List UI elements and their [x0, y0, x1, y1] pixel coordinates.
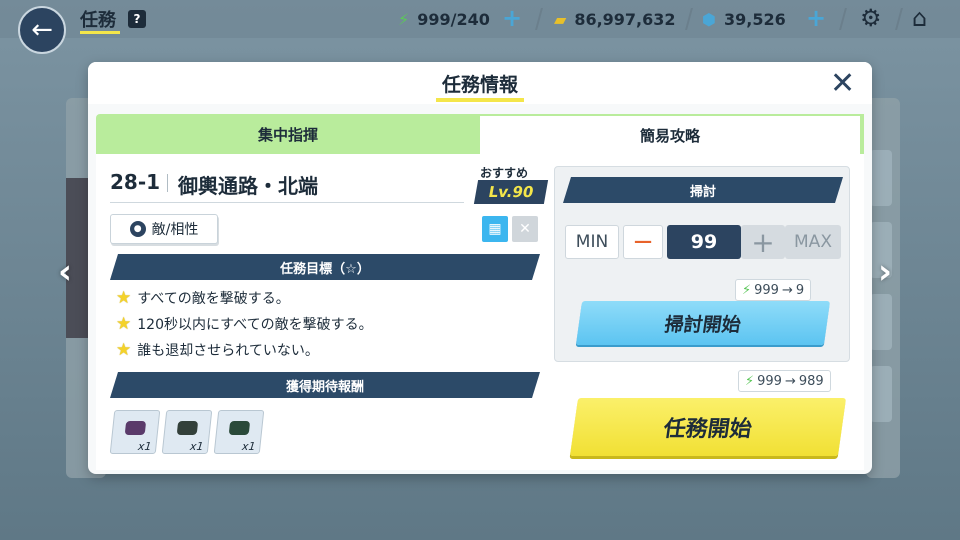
previous-stage-arrow-icon[interactable]: ‹ [58, 252, 72, 292]
next-stage-arrow-icon[interactable]: › [878, 252, 892, 292]
mode-tabs: 集中指揮 簡易攻略 [96, 114, 864, 154]
stage-name: 御輿通路・北端 [178, 174, 318, 198]
rewards-header: 獲得期待報酬 [110, 372, 540, 398]
sweep-start-label: 掃討開始 [663, 313, 743, 336]
cost-arrow: → [784, 373, 796, 389]
sweep-count: 99 [667, 225, 741, 259]
stage-id: 28-1 [110, 170, 161, 194]
star-icon: ★ [116, 314, 132, 334]
close-icon[interactable]: ✕ [830, 66, 855, 101]
reward-item[interactable]: x1 [213, 410, 265, 454]
stamina-counter: ⚡ 999/240 [398, 8, 490, 30]
title-underline [80, 31, 120, 34]
background-tile [870, 294, 892, 350]
goal-item: ★ すべての敵を撃破する。 [116, 288, 290, 308]
gem-icon: ⬢ [702, 9, 716, 29]
back-arrow-icon: ← [31, 15, 53, 45]
mission-start-button[interactable]: 任務開始 [569, 398, 847, 456]
cost-from: 999 [754, 282, 779, 298]
credits-counter: ▰ 86,997,632 [554, 8, 676, 30]
sweep-cost-bubble: ⚡ 999 → 9 [735, 279, 812, 301]
mission-cost-bubble: ⚡ 999 → 989 [738, 370, 831, 392]
cost-to: 989 [798, 373, 824, 389]
recommended-level: Lv.90 [487, 183, 535, 201]
reward-icon [124, 421, 147, 435]
dialog-title: 任務情報 [441, 74, 518, 96]
decrement-button[interactable]: − [623, 225, 663, 259]
help-button[interactable]: ? [128, 10, 146, 28]
sweep-header: 掃討 [563, 177, 843, 203]
bolt-icon: ⚡ [745, 373, 755, 389]
reward-icon [176, 421, 199, 435]
reward-item[interactable]: x1 [109, 410, 161, 454]
recommended-label: おすすめ [480, 166, 529, 180]
goal-text: 120秒以内にすべての敵を撃破する。 [137, 317, 373, 333]
credits-value: 86,997,632 [574, 9, 676, 29]
gear-icon[interactable]: ⚙ [860, 4, 882, 32]
reward-icon [228, 421, 251, 435]
home-icon[interactable]: ⌂ [912, 4, 927, 32]
mission-info-dialog: 任務情報 ✕ 集中指揮 簡易攻略 28-1 御輿通路・北端 おすすめ Lv.90… [88, 62, 872, 474]
dialog-header: 任務情報 ✕ [88, 62, 872, 104]
goal-text: 誰も退却させられていない。 [137, 343, 319, 359]
enemy-icon: ● [129, 221, 146, 237]
tab-content: 28-1 御輿通路・北端 おすすめ Lv.90 ● 敵/相性 ▦ ✕ 任務目標（… [96, 154, 864, 470]
reward-item[interactable]: x1 [161, 410, 213, 454]
enemy-info-button[interactable]: ● 敵/相性 [110, 214, 218, 244]
max-button[interactable]: MAX [785, 225, 841, 259]
title-underline [436, 98, 524, 102]
increment-button[interactable]: + [741, 225, 785, 259]
bolt-icon: ⚡ [742, 282, 752, 298]
add-gems-button[interactable]: + [806, 4, 826, 32]
page-title: 任務 [80, 10, 116, 31]
stamina-value: 999/240 [417, 9, 490, 29]
add-stamina-button[interactable]: + [502, 4, 522, 32]
star-icon: ★ [116, 288, 132, 308]
goal-text: すべての敵を撃破する。 [137, 291, 290, 307]
terrain-icon[interactable]: ▦ [482, 216, 508, 242]
goals-header: 任務目標（☆） [110, 254, 540, 280]
gems-counter: ⬢ 39,526 [702, 8, 786, 30]
credit-icon: ▰ [554, 9, 567, 29]
reward-quantity: x1 [137, 440, 153, 453]
enemy-button-label: 敵/相性 [151, 222, 199, 238]
background-tile [870, 150, 892, 206]
sweep-start-button[interactable]: 掃討開始 [575, 301, 831, 345]
mission-start-label: 任務開始 [661, 417, 754, 442]
background-tile [870, 366, 892, 422]
divider [110, 202, 464, 203]
recommended-level-badge: Lv.90 [473, 180, 549, 204]
tab-quick-clear[interactable]: 簡易攻略 [480, 114, 864, 154]
disabled-x-icon: ✕ [512, 216, 538, 242]
back-button[interactable]: ← [18, 6, 66, 54]
reward-quantity: x1 [241, 440, 257, 453]
tab-focused-command[interactable]: 集中指揮 [96, 114, 480, 154]
reward-quantity: x1 [189, 440, 205, 453]
bolt-icon: ⚡ [398, 9, 410, 29]
cost-to: 9 [795, 282, 805, 298]
cost-from: 999 [757, 373, 782, 389]
goal-item: ★ 誰も退却させられていない。 [116, 340, 319, 360]
min-button[interactable]: MIN [565, 225, 619, 259]
sweep-panel: 掃討 MIN − 99 + MAX ⚡ 999 → 9 掃討開始 [554, 166, 850, 362]
star-icon: ★ [116, 340, 132, 360]
gems-value: 39,526 [723, 9, 786, 29]
cost-arrow: → [781, 282, 793, 298]
goal-item: ★ 120秒以内にすべての敵を撃破する。 [116, 314, 373, 334]
divider [167, 174, 168, 192]
